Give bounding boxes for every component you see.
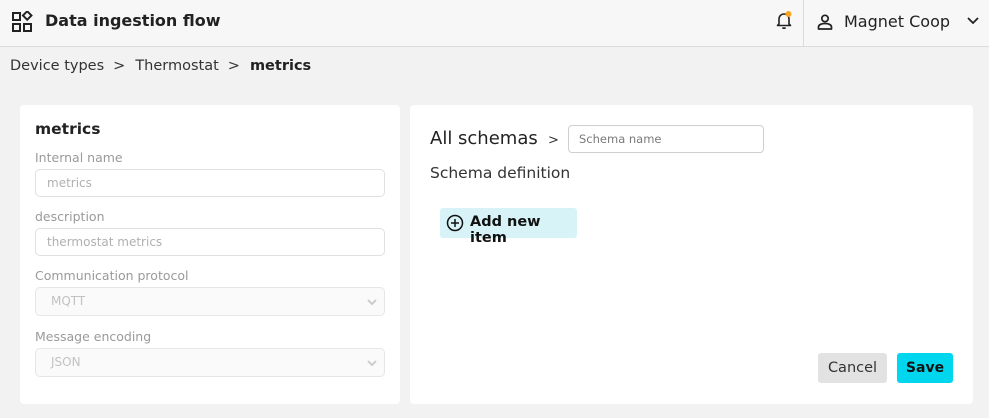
internal-name-label: Internal name xyxy=(35,150,123,165)
message-encoding-select[interactable]: JSON xyxy=(35,348,385,377)
message-encoding-value: JSON xyxy=(51,355,81,369)
breadcrumb-separator: > xyxy=(227,58,240,74)
widgets-icon xyxy=(12,11,33,32)
save-button[interactable]: Save xyxy=(897,353,953,383)
communication-protocol-value: MQTT xyxy=(51,294,86,308)
chevron-down-icon xyxy=(367,299,377,306)
schema-breadcrumb-separator: > xyxy=(548,133,559,148)
communication-protocol-select[interactable]: MQTT xyxy=(35,287,385,316)
top-bar: Data ingestion flow Magnet Coop xyxy=(0,0,989,47)
breadcrumb: Device types > Thermostat > metrics xyxy=(10,56,311,76)
all-schemas-link[interactable]: All schemas xyxy=(430,128,538,149)
description-field[interactable]: thermostat metrics xyxy=(35,228,385,256)
add-new-item-button[interactable]: Add new item xyxy=(440,208,577,246)
breadcrumb-item-thermostat[interactable]: Thermostat xyxy=(135,58,218,74)
chevron-down-icon xyxy=(967,17,979,25)
cancel-button[interactable]: Cancel xyxy=(818,353,887,383)
description-label: description xyxy=(35,209,105,224)
person-icon xyxy=(817,14,833,30)
internal-name-field[interactable]: metrics xyxy=(35,169,385,197)
schema-card: All schemas > Schema definition Add new … xyxy=(410,105,973,404)
schema-definition-heading: Schema definition xyxy=(430,164,571,182)
user-name: Magnet Coop xyxy=(844,12,951,31)
app-title: Data ingestion flow xyxy=(45,11,221,30)
notification-dot xyxy=(785,11,792,17)
schema-name-input[interactable] xyxy=(568,125,764,153)
card-title: metrics xyxy=(35,120,101,138)
add-new-item-label: Add new item xyxy=(470,214,541,246)
message-encoding-label: Message encoding xyxy=(35,329,152,344)
properties-card: metrics Internal name metrics descriptio… xyxy=(20,105,400,404)
breadcrumb-item-device-types[interactable]: Device types xyxy=(10,58,104,74)
bell-icon[interactable] xyxy=(774,9,794,31)
plus-circle-icon xyxy=(446,214,464,232)
chevron-down-icon xyxy=(367,360,377,367)
breadcrumb-current: metrics xyxy=(249,58,312,74)
communication-protocol-label: Communication protocol xyxy=(35,268,189,283)
breadcrumb-separator: > xyxy=(113,58,126,74)
user-menu[interactable]: Magnet Coop xyxy=(804,0,989,46)
